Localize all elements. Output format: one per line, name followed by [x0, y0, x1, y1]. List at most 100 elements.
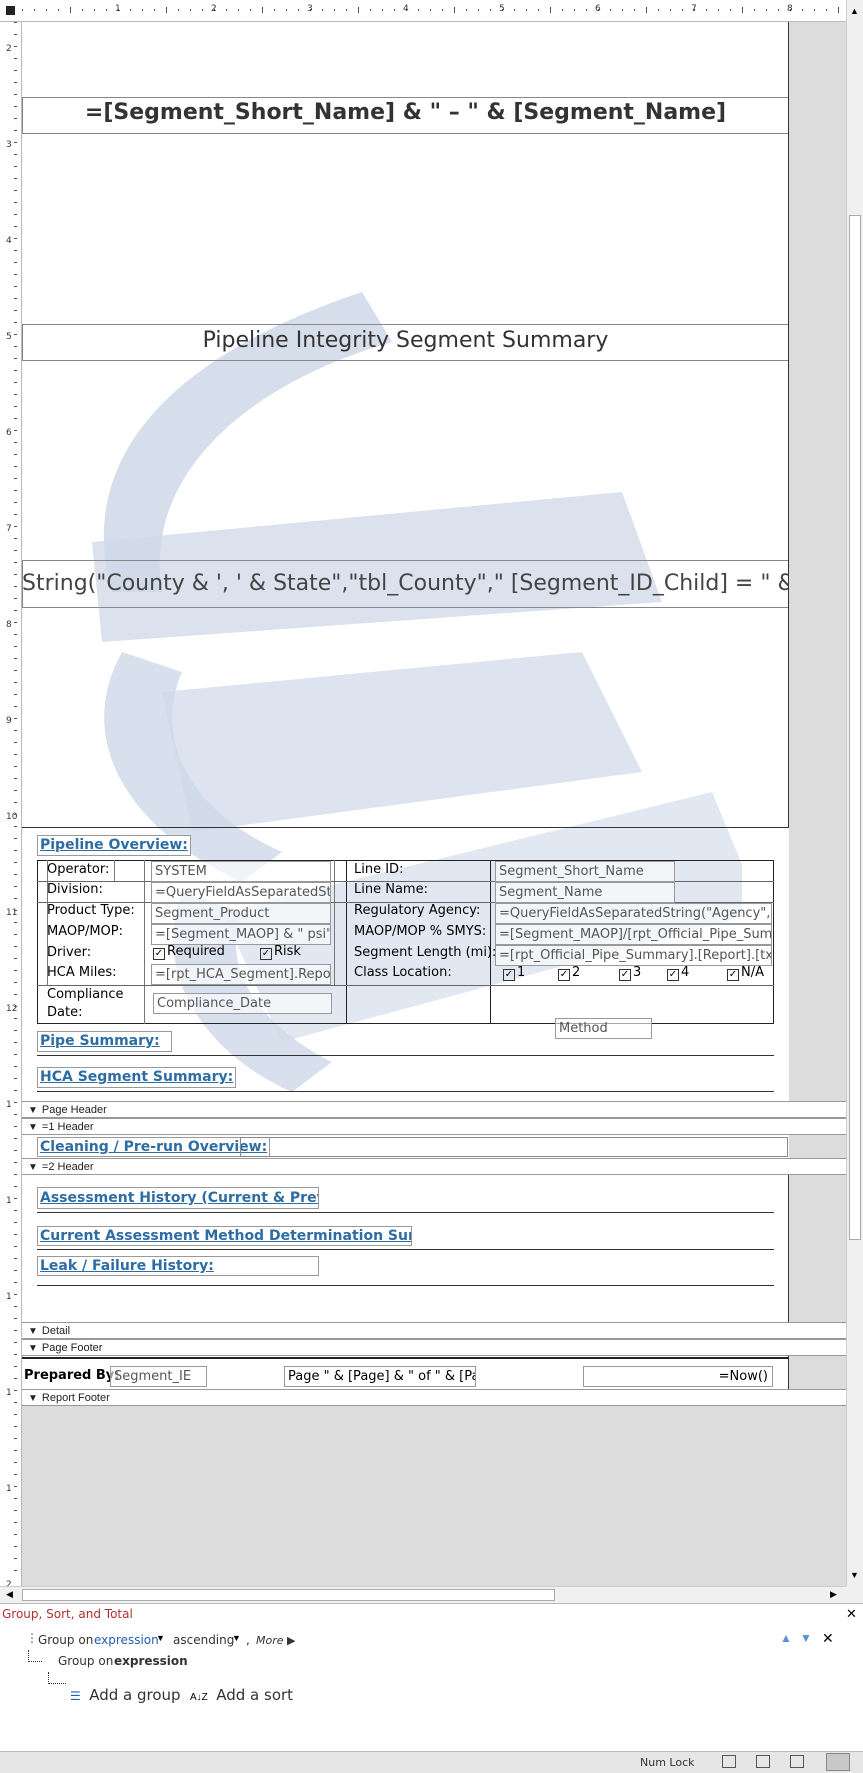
ruler-tick [190, 9, 191, 11]
group-2-header-band[interactable]: ▼ =2 Header [22, 1158, 846, 1175]
method-field[interactable]: Method [555, 1018, 652, 1039]
class-4-checkbox[interactable]: ✓ 4 [667, 965, 689, 981]
ruler-tick [14, 286, 17, 287]
more-options-link[interactable]: More ▶ [256, 1634, 295, 1647]
close-panel-icon[interactable]: ✕ [846, 1606, 857, 1622]
class-na-checkbox[interactable]: ✓ N/A [727, 965, 764, 981]
vertical-scroll-thumb[interactable] [849, 215, 861, 1240]
report-design-canvas[interactable]: =[Segment_Short_Name] & " – " & [Segment… [22, 22, 846, 1586]
group-expression-dropdown[interactable]: expression [94, 1633, 159, 1647]
line-id-field[interactable]: Segment_Short_Name [495, 861, 675, 882]
ruler-tick [14, 766, 17, 767]
vertical-ruler[interactable]: 2 3 4 5 6 7 8 9 10 11 12 1 1 1 1 1 2 [0, 22, 22, 1590]
class-location-label: Class Location: [354, 965, 452, 980]
ruler-tick [14, 190, 17, 191]
horizontal-ruler[interactable]: 12345678 ◀ [0, 0, 863, 22]
report-view-icon[interactable] [722, 1755, 736, 1768]
nested-group-row[interactable]: Group on expression [28, 1650, 428, 1672]
driver-required-checkbox[interactable]: ✓ Required [153, 944, 225, 960]
group-level-row[interactable]: ⋮ Group on expression ▼ ascending ▼ , Mo… [26, 1630, 856, 1651]
ruler-tick [14, 994, 17, 995]
num-lock-indicator: Num Lock [640, 1756, 695, 1769]
product-type-label: Product Type: [47, 903, 135, 918]
pipeline-overview-heading[interactable]: Pipeline Overview: [37, 835, 191, 856]
ruler-tick [14, 838, 17, 839]
cleaning-overview-heading[interactable]: Cleaning / Pre-run Overview: [37, 1137, 271, 1157]
detail-band[interactable]: ▼ Detail [22, 1322, 846, 1339]
page-number-expression[interactable]: Page " & [Page] & " of " & [Page [284, 1366, 476, 1387]
add-sort-button[interactable]: A↓Z Add a sort [190, 1686, 293, 1705]
hca-miles-field[interactable]: =[rpt_HCA_Segment].Report [151, 964, 331, 985]
product-type-field[interactable]: Segment_Product [151, 903, 331, 924]
driver-risk-checkbox[interactable]: ✓ Risk [260, 944, 301, 960]
ruler-tick [730, 9, 731, 11]
design-view-icon[interactable] [826, 1753, 850, 1771]
add-group-icon: ☰ [70, 1689, 81, 1703]
class-2-checkbox[interactable]: ✓ 2 [558, 965, 580, 981]
pipe-summary-heading[interactable]: Pipe Summary: [37, 1031, 172, 1052]
ruler-tick [166, 7, 167, 13]
drag-handle-icon[interactable]: ⋮ [26, 1631, 38, 1645]
ruler-number: 2 [211, 4, 217, 14]
chevron-down-icon[interactable]: ▼ [232, 1633, 241, 1643]
ruler-number: 9 [6, 716, 12, 726]
maop-smys-field[interactable]: =[Segment_MAOP]/[rpt_Official_Pipe_Summ [495, 924, 772, 945]
ruler-tick [14, 790, 17, 791]
checkbox-checked-icon: ✓ [558, 969, 570, 981]
now-expression[interactable]: =Now() [583, 1366, 773, 1387]
ruler-tick [14, 526, 17, 527]
move-down-icon[interactable]: ▼ [800, 1631, 812, 1645]
horizontal-scrollbar[interactable]: ◀ ▶ [0, 1586, 846, 1603]
ruler-tick [14, 1306, 17, 1307]
segment-length-field[interactable]: =[rpt_Official_Pipe_Summary].[Report].[t… [495, 945, 772, 966]
scroll-up-icon[interactable]: ▲ [850, 6, 859, 16]
ruler-tick [14, 94, 17, 95]
chevron-down-icon[interactable]: ▼ [156, 1633, 165, 1643]
checkbox-checked-icon: ✓ [667, 969, 679, 981]
prepared-by-field[interactable]: Segment_IE [110, 1366, 207, 1387]
method-determination-heading[interactable]: Current Assessment Method Determination … [37, 1226, 412, 1246]
ruler-tick [14, 1522, 17, 1523]
page-footer-band[interactable]: ▼ Page Footer [22, 1339, 846, 1356]
leak-failure-history-heading[interactable]: Leak / Failure History: [37, 1256, 319, 1276]
scroll-right-icon[interactable]: ▶ [830, 1589, 837, 1600]
group-1-header-band[interactable]: ▼ =1 Header [22, 1118, 846, 1135]
ruler-corner-icon[interactable] [6, 6, 15, 15]
ruler-tick [14, 1390, 17, 1391]
ruler-tick [14, 1198, 17, 1199]
sort-order-dropdown[interactable]: ascending [173, 1633, 234, 1647]
ruler-tick [14, 742, 17, 743]
page-header-band[interactable]: ▼ Page Header [22, 1101, 846, 1118]
ruler-tick [14, 1138, 17, 1139]
move-up-icon[interactable]: ▲ [780, 1631, 792, 1645]
report-footer-band[interactable]: ▼ Report Footer [22, 1389, 846, 1406]
assessment-history-heading[interactable]: Assessment History (Current & Previous): [37, 1187, 319, 1209]
maop-field[interactable]: =[Segment_MAOP] & " psi" [151, 924, 331, 945]
division-field[interactable]: =QueryFieldAsSeparatedStri [151, 882, 331, 903]
ruler-tick [14, 178, 17, 179]
ruler-tick [14, 1210, 17, 1211]
regulatory-agency-label: Regulatory Agency: [354, 903, 481, 918]
add-group-button[interactable]: ☰ Add a group [70, 1686, 181, 1705]
operator-field[interactable]: SYSTEM [151, 861, 331, 882]
print-preview-icon[interactable] [756, 1755, 770, 1768]
horizontal-scroll-thumb[interactable] [22, 1589, 555, 1601]
regulatory-agency-field[interactable]: =QueryFieldAsSeparatedString("Agency","q [495, 903, 772, 924]
ruler-tick [274, 9, 275, 11]
hca-segment-summary-heading[interactable]: HCA Segment Summary: [37, 1067, 237, 1088]
ruler-tick [14, 82, 17, 83]
scroll-down-icon[interactable]: ▼ [850, 1570, 859, 1580]
vertical-scrollbar[interactable]: ▲ ▼ [846, 0, 863, 1586]
ruler-tick [14, 1234, 17, 1235]
line-name-field[interactable]: Segment_Name [495, 882, 675, 903]
ruler-number: 4 [6, 236, 12, 246]
ruler-tick [14, 166, 17, 167]
scroll-left-icon[interactable]: ◀ [6, 1589, 13, 1600]
class-3-checkbox[interactable]: ✓ 3 [619, 965, 641, 981]
compliance-date-field[interactable]: Compliance_Date [153, 993, 332, 1014]
ruler-tick [250, 9, 251, 11]
delete-level-icon[interactable]: ✕ [822, 1630, 834, 1647]
tree-connector-icon [28, 1650, 42, 1662]
class-1-checkbox[interactable]: ✓ 1 [503, 965, 525, 981]
layout-view-icon[interactable] [790, 1755, 804, 1768]
